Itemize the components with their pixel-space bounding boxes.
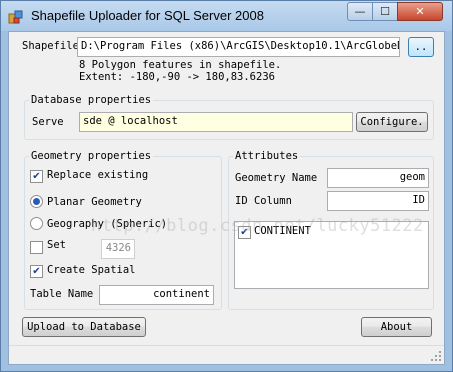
- extent-text: Extent: -180,-90 -> 180,83.6236: [79, 71, 275, 83]
- server-field[interactable]: sde @ localhost: [79, 112, 353, 132]
- attributes-label: Attributes: [233, 150, 301, 162]
- table-name-label: Table Name: [30, 288, 94, 300]
- dialog-body: Shapefile D:\Program Files (x86)\ArcGIS\…: [8, 31, 445, 365]
- srid-input[interactable]: 4326: [101, 239, 135, 259]
- geography-spheric-label: Geography (Spheric): [47, 218, 168, 230]
- shapefile-label: Shapefile: [22, 40, 79, 52]
- feature-count-text: 8 Polygon features in shapefile.: [79, 59, 282, 71]
- about-button[interactable]: About: [361, 317, 432, 337]
- minimize-icon: —: [354, 5, 366, 18]
- continent-field-checkbox[interactable]: ✔: [238, 226, 251, 239]
- server-label: Serve: [32, 116, 64, 128]
- checkmark-icon: ✔: [32, 266, 41, 277]
- close-button[interactable]: ✕: [397, 2, 443, 21]
- checkmark-icon: ✔: [240, 227, 249, 238]
- maximize-icon: ☐: [380, 5, 390, 18]
- checkmark-icon: ✔: [32, 171, 41, 182]
- configure-button[interactable]: Configure.: [356, 112, 428, 132]
- continent-field-label: CONTINENT: [254, 225, 311, 237]
- resize-grip-icon[interactable]: [430, 350, 442, 362]
- browse-button[interactable]: ..: [408, 37, 434, 57]
- minimize-button[interactable]: —: [347, 2, 373, 21]
- application-window: Shapefile Uploader for SQL Server 2008 —…: [0, 0, 453, 372]
- create-spatial-checkbox[interactable]: ✔: [30, 265, 43, 278]
- title-bar[interactable]: Shapefile Uploader for SQL Server 2008 —…: [1, 1, 452, 31]
- table-name-input[interactable]: continent: [99, 285, 214, 305]
- list-item[interactable]: ✔ CONTINENT: [238, 225, 425, 241]
- planar-geometry-label: Planar Geometry: [47, 196, 142, 208]
- close-icon: ✕: [415, 5, 425, 18]
- status-bar: [9, 345, 444, 364]
- geometry-properties-label: Geometry properties: [29, 150, 154, 162]
- set-srid-label: Set: [47, 239, 66, 251]
- replace-existing-label: Replace existing: [47, 169, 149, 181]
- id-column-label: ID Column: [235, 195, 292, 207]
- set-srid-checkbox[interactable]: [30, 241, 43, 254]
- shapefile-path-input[interactable]: D:\Program Files (x86)\ArcGIS\Desktop10.…: [77, 37, 400, 57]
- window-title: Shapefile Uploader for SQL Server 2008: [31, 8, 264, 23]
- attribute-fields-list[interactable]: ✔ CONTINENT: [234, 221, 429, 289]
- replace-existing-checkbox[interactable]: ✔: [30, 170, 43, 183]
- geometry-name-input[interactable]: geom: [327, 168, 429, 188]
- create-spatial-label: Create Spatial: [47, 264, 136, 276]
- id-column-input[interactable]: ID: [327, 191, 429, 211]
- geography-spheric-radio[interactable]: [30, 217, 43, 230]
- geometry-name-label: Geometry Name: [235, 172, 318, 184]
- planar-geometry-radio[interactable]: [30, 195, 43, 208]
- upload-to-database-button[interactable]: Upload to Database: [22, 317, 146, 337]
- radio-selected-icon: [33, 198, 40, 205]
- app-icon: [8, 10, 23, 24]
- maximize-button[interactable]: ☐: [372, 2, 398, 21]
- database-properties-label: Database properties: [29, 94, 154, 106]
